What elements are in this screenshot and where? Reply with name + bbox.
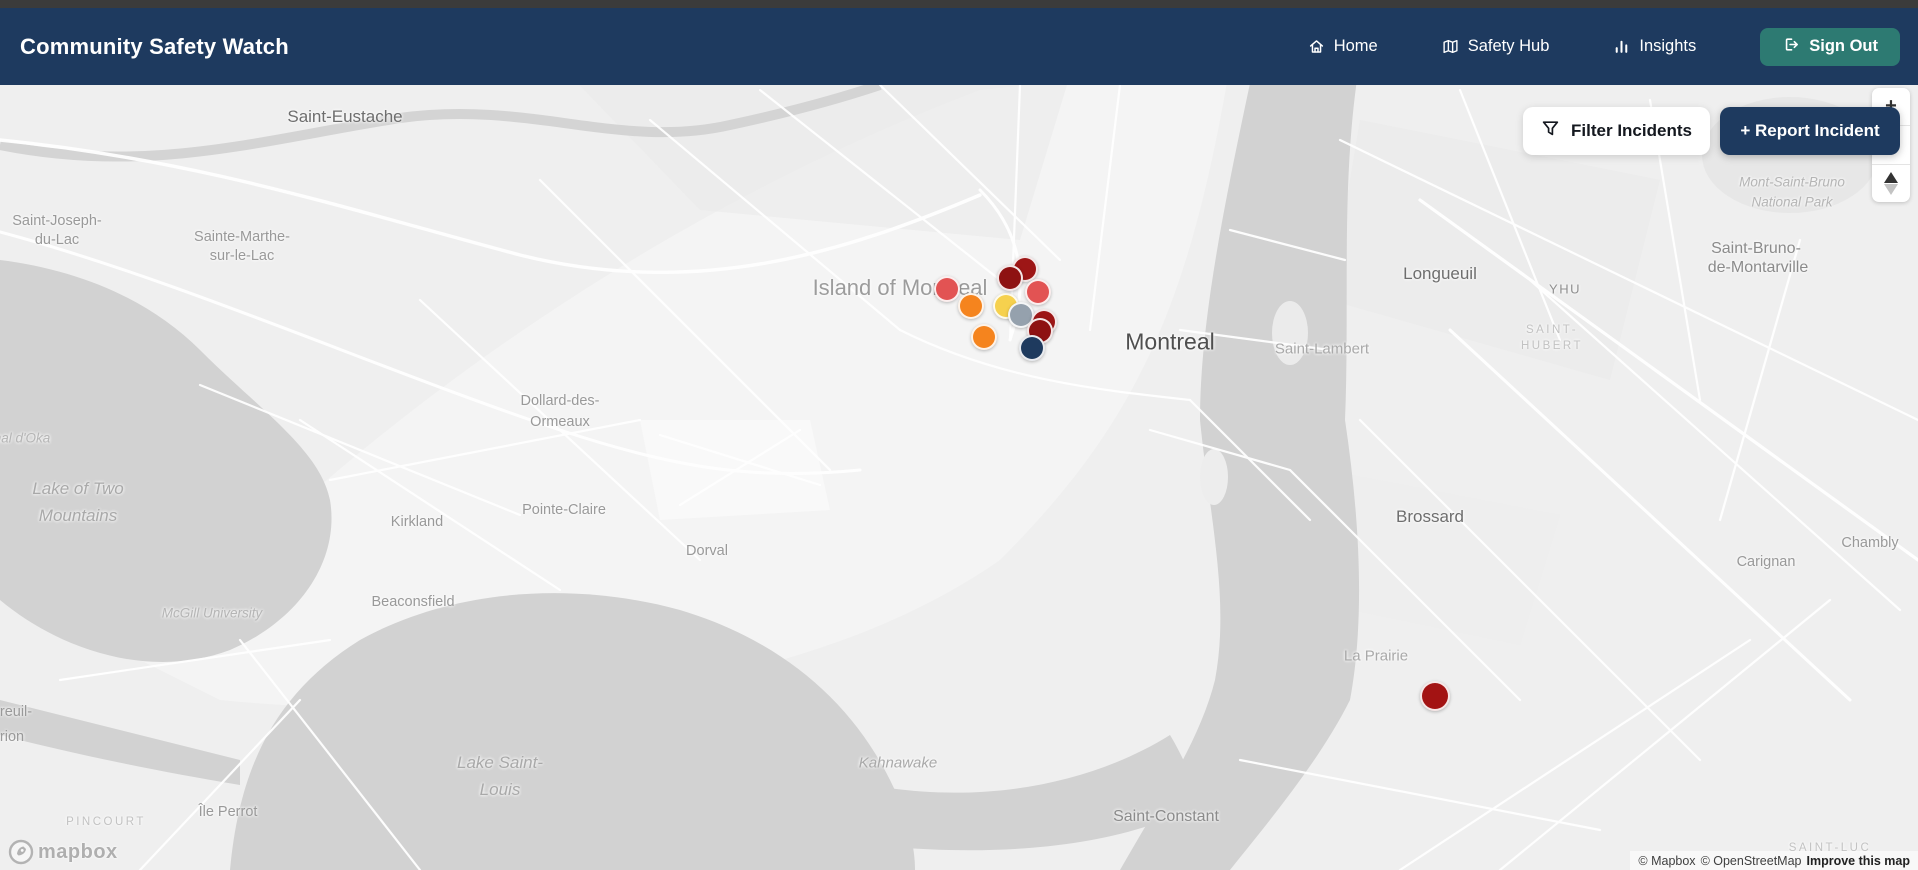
nav-item-label: Insights xyxy=(1639,37,1697,55)
main-nav: Home Safety Hub Insights Sign Out xyxy=(1308,27,1900,66)
funnel-icon xyxy=(1541,119,1560,143)
attribution-mapbox-link[interactable]: © Mapbox xyxy=(1638,854,1695,868)
nav-item-label: Safety Hub xyxy=(1467,37,1550,55)
home-icon xyxy=(1308,38,1325,55)
attribution-osm-link[interactable]: © OpenStreetMap xyxy=(1701,854,1802,868)
map-base-layer xyxy=(0,85,1918,870)
window-chrome-strip xyxy=(0,0,1918,8)
sign-out-label: Sign Out xyxy=(1809,37,1878,55)
incident-marker[interactable] xyxy=(934,276,960,302)
mapbox-logo[interactable]: mapbox xyxy=(8,839,118,865)
mapbox-logo-text: mapbox xyxy=(38,840,118,863)
report-incident-label: + Report Incident xyxy=(1740,121,1880,140)
incident-marker[interactable] xyxy=(971,324,997,350)
app-title: Community Safety Watch xyxy=(20,33,289,59)
incident-marker[interactable] xyxy=(997,265,1023,291)
mapbox-logo-icon xyxy=(8,839,34,865)
map-icon xyxy=(1442,38,1459,55)
bar-chart-icon xyxy=(1613,38,1630,55)
incident-marker[interactable] xyxy=(1420,681,1450,711)
compass-button[interactable] xyxy=(1872,163,1910,202)
map-attribution: © Mapbox © OpenStreetMap Improve this ma… xyxy=(1630,851,1918,870)
sign-out-button[interactable]: Sign Out xyxy=(1760,27,1900,66)
incident-marker[interactable] xyxy=(958,293,984,319)
filter-incidents-label: Filter Incidents xyxy=(1571,121,1692,140)
incident-marker[interactable] xyxy=(1025,279,1051,305)
nav-item-insights[interactable]: Insights xyxy=(1613,37,1696,56)
nav-item-home[interactable]: Home xyxy=(1308,37,1378,56)
logout-icon xyxy=(1782,36,1799,58)
report-incident-button[interactable]: + Report Incident xyxy=(1720,107,1900,155)
map-canvas[interactable]: Saint-Eustache Saint-Joseph-du-Lac Sainte-… xyxy=(0,85,1918,870)
nav-item-safety-hub[interactable]: Safety Hub xyxy=(1442,37,1550,56)
compass-icon xyxy=(1884,171,1898,195)
filter-incidents-button[interactable]: Filter Incidents xyxy=(1523,107,1710,155)
app-header: Community Safety Watch Home Safety Hub I… xyxy=(0,8,1918,85)
nav-item-label: Home xyxy=(1333,37,1378,55)
screen: Community Safety Watch Home Safety Hub I… xyxy=(0,0,1918,870)
improve-this-map-link[interactable]: Improve this map xyxy=(1807,854,1911,868)
incident-marker[interactable] xyxy=(1019,335,1045,361)
